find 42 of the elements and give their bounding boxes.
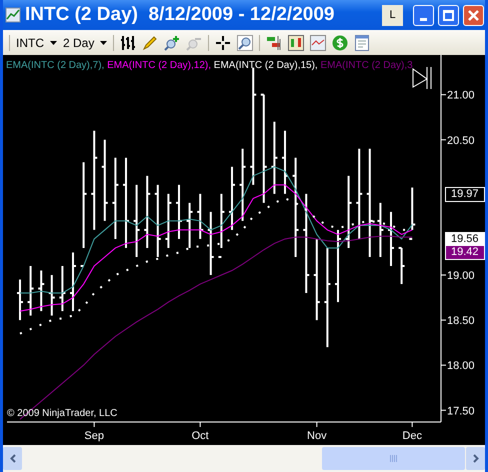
pencil-icon[interactable] bbox=[142, 34, 158, 50]
minimize-button[interactable] bbox=[413, 4, 434, 26]
price-marker: 19.42 bbox=[445, 245, 485, 260]
date-label: Dec bbox=[402, 430, 422, 442]
maximize-button[interactable] bbox=[438, 4, 459, 26]
price-label: 19.00 bbox=[447, 270, 475, 282]
price-label: 17.50 bbox=[447, 405, 475, 418]
chevron-right-icon bbox=[472, 454, 478, 463]
dollar-icon[interactable] bbox=[332, 34, 348, 50]
caret-icon bbox=[100, 40, 108, 44]
instrument-dropdown[interactable]: INTC bbox=[16, 34, 57, 52]
zoom-in-icon[interactable] bbox=[164, 34, 180, 50]
close-icon bbox=[468, 10, 479, 20]
price-marker: 19.97 bbox=[445, 187, 485, 202]
copyright-text: © 2009 NinjaTrader, LLC bbox=[7, 408, 118, 419]
date-label: Oct bbox=[192, 430, 209, 442]
chevron-left-icon bbox=[10, 454, 16, 463]
properties-icon[interactable] bbox=[354, 34, 370, 50]
scroll-thumb[interactable] bbox=[322, 447, 465, 470]
price-label: 20.50 bbox=[447, 134, 475, 147]
legend-text: EMA(INTC (2 Day),7), EMA(INTC (2 Day),12), EMA(INTC (2 Day),15), EMA(INTC (2 Day),3 bbox=[6, 60, 413, 71]
indicators-icon[interactable] bbox=[266, 34, 282, 50]
date-label: Sep bbox=[84, 430, 104, 442]
window-title: INTC (2 Day) 8/12/2009 - 12/2/2009 bbox=[25, 2, 334, 27]
date-label: Nov bbox=[307, 430, 327, 442]
link-button[interactable]: L bbox=[382, 4, 403, 26]
bars-icon[interactable] bbox=[120, 34, 136, 50]
scroll-right-button[interactable] bbox=[466, 447, 485, 470]
line-chart-icon[interactable] bbox=[310, 34, 326, 50]
price-label: 18.50 bbox=[447, 315, 475, 328]
candlestick-icon[interactable] bbox=[288, 34, 304, 50]
crosshair-icon[interactable] bbox=[215, 34, 232, 50]
magnifier-icon[interactable] bbox=[237, 34, 254, 50]
price-label: 21.00 bbox=[447, 90, 475, 102]
interval-dropdown[interactable]: 2 Day bbox=[63, 34, 108, 52]
close-button[interactable] bbox=[463, 4, 484, 26]
caret-icon bbox=[50, 40, 57, 44]
scroll-left-button[interactable] bbox=[3, 447, 22, 470]
play-end-icon bbox=[412, 66, 432, 90]
price-label: 18.00 bbox=[447, 360, 475, 372]
grip-icon bbox=[390, 455, 398, 462]
chart-icon bbox=[5, 7, 21, 23]
